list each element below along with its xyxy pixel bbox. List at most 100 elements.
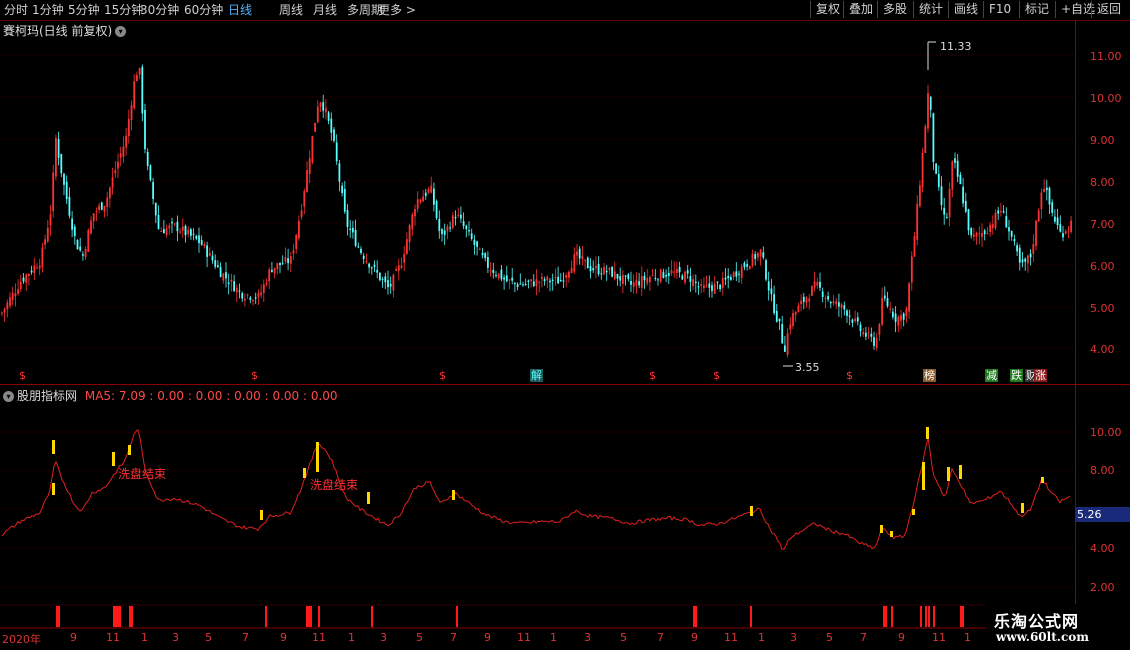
candle-body: [457, 214, 460, 217]
x-tick: 5: [416, 631, 423, 644]
candle-body: [592, 268, 595, 271]
x-tick: 7: [242, 631, 249, 644]
candle-body: [549, 280, 551, 283]
candle-body: [9, 297, 11, 307]
candle-body: [141, 66, 144, 114]
candle-body: [249, 297, 252, 300]
candle-body: [1040, 192, 1043, 209]
candle-body: [781, 324, 784, 344]
candle-body: [576, 251, 578, 256]
price-tick: 8.00: [1090, 176, 1115, 189]
candle-body: [87, 230, 90, 252]
x-tick: 3: [584, 631, 591, 644]
x-tick: 11: [724, 631, 738, 644]
event-marker[interactable]: $: [845, 369, 854, 382]
candle-body: [748, 265, 751, 270]
candle-body: [646, 278, 649, 284]
signal-spike: [115, 606, 117, 627]
candle-body: [95, 210, 98, 212]
candle-body: [84, 248, 87, 257]
candle-body: [1021, 259, 1024, 263]
candle-body: [916, 203, 919, 240]
event-marker[interactable]: $: [648, 369, 657, 382]
candle-body: [200, 240, 203, 245]
candle-body: [827, 296, 829, 300]
candle-body: [225, 272, 227, 279]
x-tick: 11: [932, 631, 946, 644]
x-tick: 9: [691, 631, 698, 644]
candle-body: [654, 277, 657, 279]
candle-body: [835, 301, 838, 305]
candle-body: [530, 279, 532, 281]
high-label: 11.33: [940, 40, 972, 53]
candle-body: [595, 265, 597, 269]
candle-body: [524, 284, 527, 286]
candle-body: [114, 170, 117, 174]
candle-body: [392, 274, 395, 291]
candle-body: [1056, 217, 1059, 226]
signal-spike: [456, 606, 458, 627]
candle-body: [230, 279, 233, 282]
candle-body: [376, 269, 379, 273]
candle-body: [127, 118, 130, 137]
event-marker[interactable]: 跌: [1010, 369, 1023, 382]
candle-body: [252, 300, 254, 302]
candle-body: [176, 221, 179, 232]
candle-body: [346, 209, 349, 227]
candle-body: [260, 292, 262, 296]
candle-body: [943, 207, 946, 215]
candle-body: [910, 256, 913, 283]
candle-body: [991, 224, 994, 229]
candle-body: [670, 270, 673, 274]
candle-body: [535, 279, 538, 287]
candle-body: [311, 135, 314, 163]
candle-body: [44, 239, 46, 245]
indicator-bar: [1021, 503, 1024, 513]
indicator-tick: 8.00: [1090, 464, 1115, 477]
candle-body: [470, 233, 473, 239]
signal-spike: [265, 606, 267, 627]
signal-spike: [318, 606, 320, 627]
candle-body: [1062, 233, 1064, 238]
candle-body: [489, 270, 492, 272]
candle-body: [381, 278, 384, 280]
candle-body: [697, 286, 700, 288]
candle-body: [343, 189, 346, 212]
candle-body: [797, 305, 800, 313]
candle-body: [708, 283, 711, 288]
watermark: 乐淘公式网 www.60lt.com: [986, 604, 1126, 648]
event-marker[interactable]: 涨: [1034, 369, 1047, 382]
candle-body: [775, 310, 778, 322]
event-marker[interactable]: $: [438, 369, 447, 382]
candle-body: [754, 254, 757, 259]
candle-body: [211, 255, 214, 261]
candle-body: [173, 223, 176, 225]
event-marker[interactable]: 解: [530, 369, 543, 382]
candle-body: [681, 275, 684, 280]
candle-body: [937, 173, 940, 187]
candle-body: [821, 291, 824, 298]
candle-body: [981, 232, 983, 238]
candle-body: [724, 277, 727, 280]
candle-body: [65, 181, 68, 200]
candle-body: [743, 263, 746, 268]
x-tick: 7: [860, 631, 867, 644]
candle-body: [55, 138, 57, 177]
event-marker[interactable]: $: [712, 369, 721, 382]
candle-body: [241, 292, 244, 299]
candle-body: [233, 281, 235, 292]
candle-body: [1043, 188, 1045, 193]
signal-spike: [308, 606, 310, 627]
event-marker[interactable]: $: [250, 369, 259, 382]
candle-body: [98, 205, 100, 210]
candle-body: [152, 182, 154, 200]
event-marker[interactable]: $: [18, 369, 27, 382]
candle-body: [52, 172, 55, 212]
candle-body: [843, 305, 846, 310]
event-marker[interactable]: 榜: [923, 369, 936, 382]
candle-body: [149, 165, 152, 180]
event-marker[interactable]: 减: [985, 369, 998, 382]
indicator-line: [1, 428, 1071, 550]
candle-body: [732, 272, 735, 278]
candle-body: [157, 214, 160, 229]
